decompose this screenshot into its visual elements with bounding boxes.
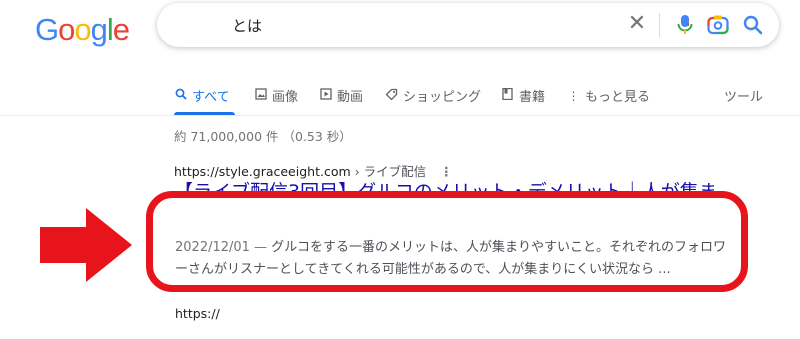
tools-button[interactable]: ツール — [724, 86, 763, 105]
tab-label: 画像 — [272, 90, 299, 105]
image-icon — [254, 88, 267, 103]
tab-shopping[interactable]: ショッピング — [385, 86, 481, 105]
next-result-url[interactable]: https:// — [175, 306, 220, 321]
annotation-highlight-box — [146, 191, 748, 292]
search-divider — [659, 13, 660, 37]
tab-label: 書籍 — [519, 90, 546, 105]
search-icon[interactable] — [741, 13, 765, 37]
tab-books[interactable]: 書籍 — [501, 86, 545, 105]
tab-label: 動画 — [337, 90, 364, 105]
result-url[interactable]: https://style.graceeight.com — [174, 164, 351, 179]
tab-images[interactable]: 画像 — [254, 86, 298, 105]
clear-icon[interactable]: ✕ — [625, 11, 649, 36]
tab-more[interactable]: ⋮ もっと見る — [567, 86, 651, 106]
search-query[interactable]: とは — [232, 15, 262, 36]
result-breadcrumb: › ライブ配信 — [350, 164, 427, 179]
tab-label: ショッピング — [403, 90, 482, 105]
more-vert-icon: ⋮ — [567, 88, 580, 103]
microphone-icon[interactable] — [673, 13, 697, 37]
google-logo[interactable]: Google — [35, 12, 130, 48]
tab-all[interactable]: すべて — [174, 86, 230, 105]
search-tabs: すべて 画像 動画 ショッピング 書籍 ⋮ もっと見る — [174, 86, 800, 106]
book-icon — [501, 87, 514, 103]
tab-label: すべて — [192, 90, 230, 105]
result-citation[interactable]: https://style.graceeight.com › ライブ配信 ⋮ — [174, 161, 453, 180]
annotation-arrow-icon — [40, 208, 132, 282]
tab-videos[interactable]: 動画 — [319, 86, 363, 105]
search-box[interactable]: とは ✕ — [157, 3, 779, 47]
tabs-divider — [0, 115, 800, 116]
tag-icon — [385, 88, 398, 104]
result-more-icon[interactable]: ⋮ — [440, 164, 453, 179]
search-icon — [174, 88, 187, 103]
camera-lens-icon[interactable] — [706, 13, 730, 37]
video-icon — [319, 88, 332, 103]
result-stats: 約 71,000,000 件 （0.53 秒） — [174, 129, 352, 144]
tab-label: もっと見る — [585, 90, 651, 105]
